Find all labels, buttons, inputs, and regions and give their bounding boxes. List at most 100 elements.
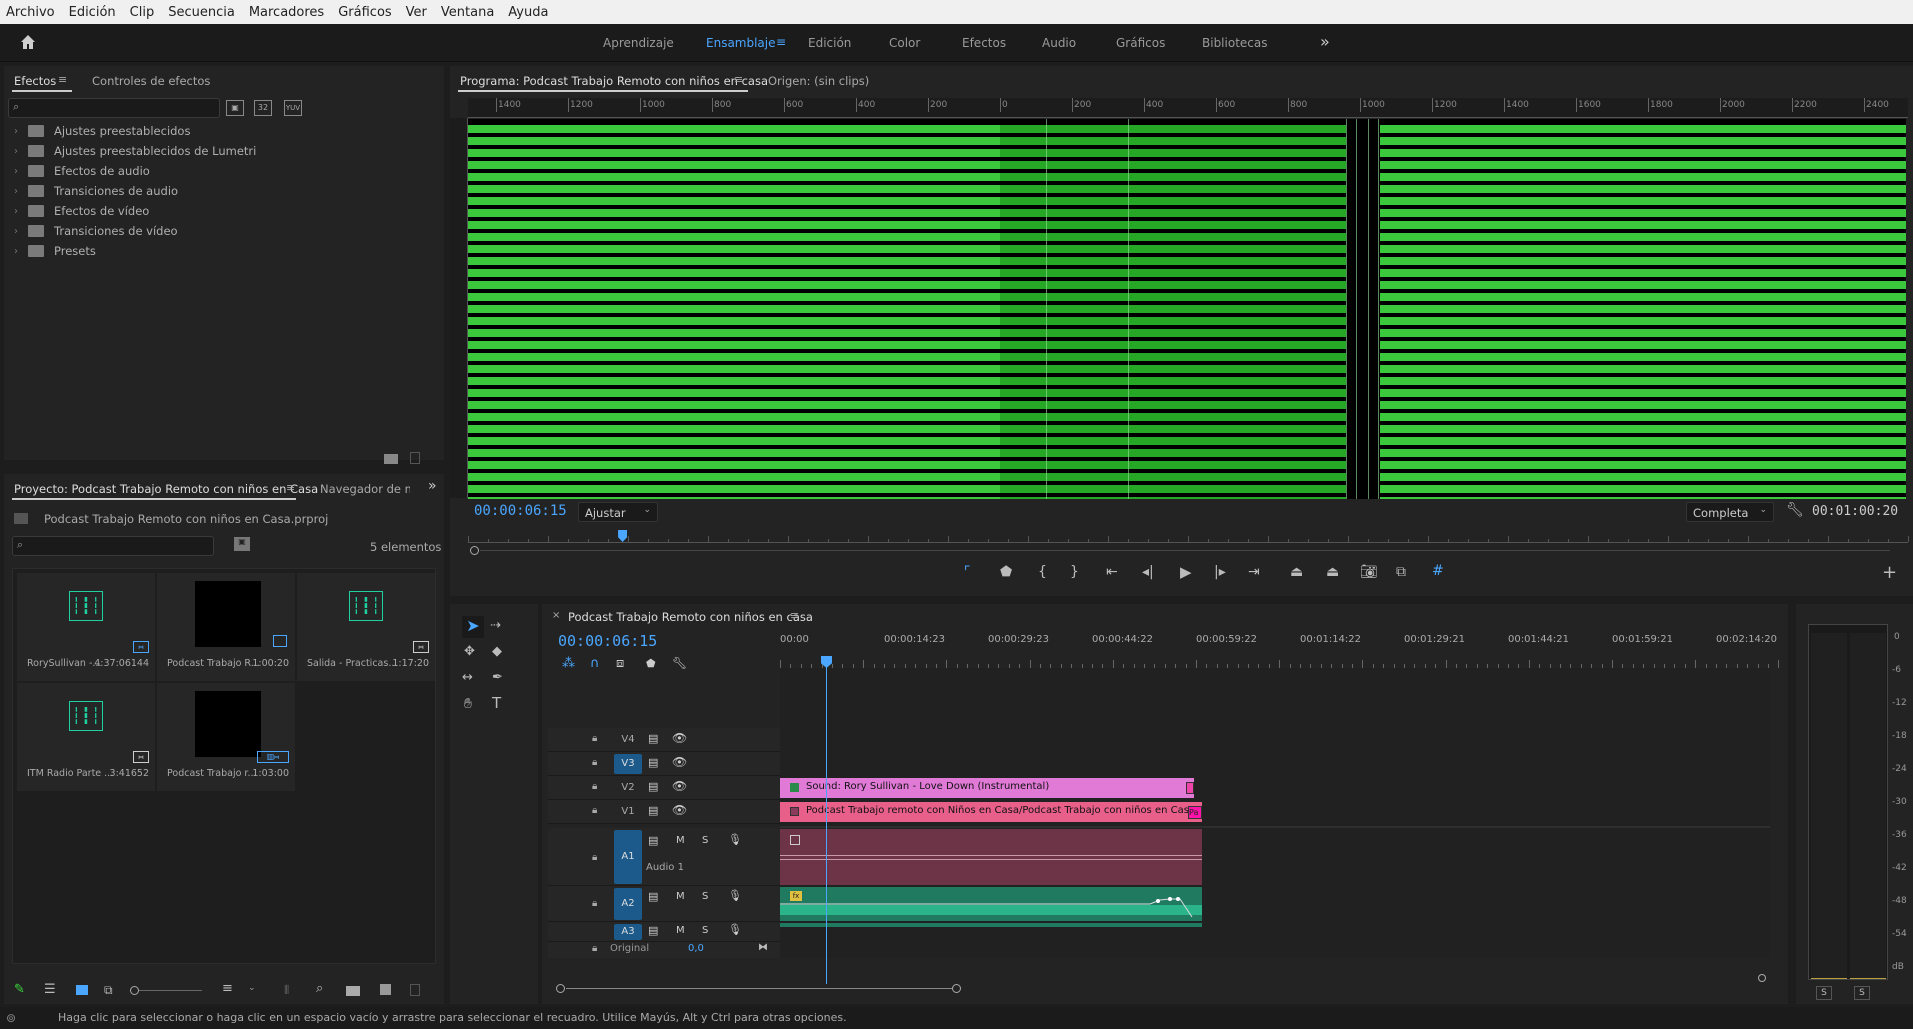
find-icon[interactable]: ▣ [234,537,250,551]
timeline-playhead[interactable] [821,656,832,984]
mark-out-icon[interactable]: } [1070,564,1079,580]
go-to-out-icon[interactable]: ⇥ [1248,564,1260,580]
step-back-icon[interactable]: ◂| [1142,564,1154,580]
nest-toggle-icon[interactable]: ⁂ [562,656,575,671]
tree-item-audio-transitions[interactable]: › Transiciones de audio [14,182,178,200]
tab-efectos[interactable]: Efectos [14,74,56,88]
panel-menu-icon[interactable]: ≡ [58,73,67,86]
lock-icon[interactable]: 🔒︎ [592,757,597,768]
hand-tool-icon[interactable]: ✋︎ [464,696,472,712]
panel-menu-icon[interactable]: ≡ [790,609,799,622]
lock-icon[interactable]: 🔒︎ [592,733,597,744]
sync-lock-icon[interactable]: ▤ [648,890,658,903]
microphone-icon[interactable]: 🎙︎ [728,923,742,936]
sync-lock-icon[interactable]: ▤ [648,834,658,847]
timeline-settings-wrench-icon[interactable]: 🔧︎ [672,656,687,670]
microphone-icon[interactable]: 🎙︎ [728,889,742,902]
chevron-down-icon[interactable]: ⌄ [248,983,256,993]
workspace-audio[interactable]: Audio [1042,36,1076,50]
original-value[interactable]: 0,0 [688,943,704,954]
track-label-a3[interactable]: A3 [614,924,642,940]
menu-marcadores[interactable]: Marcadores [249,5,324,20]
track-label-v1[interactable]: V1 [614,802,642,822]
export-frame-camera-icon[interactable]: 📷︎ [1360,564,1378,580]
project-item-podcast-2[interactable]: ▥⧦ Podcast Trabajo r... 1:03:00 [157,683,295,791]
sync-lock-icon[interactable]: ▤ [648,780,658,793]
lock-icon[interactable]: 🔒︎ [592,898,597,909]
tab-navegador-medios[interactable]: Navegador de m [320,482,410,496]
mute-button[interactable]: M [676,891,685,902]
new-folder-icon[interactable] [384,454,398,464]
tree-item-audio-effects[interactable]: › Efectos de audio [14,162,150,180]
workspace-color[interactable]: Color [889,36,920,50]
project-item-itm-radio[interactable]: ┆┇┆ ⧦ ITM Radio Parte ... 3:41652 [17,683,155,791]
clip-a1[interactable] [780,829,1202,885]
new-bin-icon[interactable] [346,986,360,996]
panel-menu-icon[interactable]: ≡ [286,481,295,494]
track-label-v3[interactable]: V3 [614,754,642,774]
32bit-effects-icon[interactable]: 32 [254,100,272,116]
more-workspaces-icon[interactable]: » [1320,32,1330,51]
sync-lock-icon[interactable]: ▤ [648,924,658,937]
list-view-icon[interactable]: ☰ [44,982,56,997]
vscroll-handle-bottom[interactable] [1758,974,1766,982]
lock-icon[interactable]: 🔒︎ [592,943,597,954]
eye-icon[interactable]: 👁︎ [672,731,687,745]
clip-a2[interactable]: fx [780,887,1202,921]
slip-tool-icon[interactable]: ↔ [462,670,473,685]
pencil-icon[interactable]: ✎ [14,982,25,997]
settings-wrench-icon[interactable]: 🔧︎ [1786,502,1804,518]
program-video-frame[interactable] [468,119,1906,499]
solo-left-button[interactable]: S [1816,986,1832,1000]
eye-icon[interactable]: 👁︎ [672,779,687,793]
track-label-a1[interactable]: A1 [614,830,642,884]
razor-tool-icon[interactable]: ◆ [492,644,502,659]
tab-sequence[interactable]: Podcast Trabajo Remoto con niños en casa [568,610,813,624]
clip-v1-podcast[interactable]: Podcast Trabajo remoto con Niños en Casa… [780,802,1202,822]
clip-v2-sound[interactable]: Sound: Rory Sullivan - Love Down (Instru… [780,778,1194,798]
timeline-timecode[interactable]: 00:00:06:15 [558,632,657,650]
trash-icon[interactable] [410,452,420,464]
step-forward-icon[interactable]: |▸ [1214,564,1226,580]
effects-search-input[interactable]: ⌕ [8,98,220,118]
selection-tool-icon[interactable]: ➤ [462,616,484,638]
lock-icon[interactable]: 🔒︎ [592,805,597,816]
add-marker-icon[interactable]: ⬟ [1000,564,1012,580]
zoom-slider[interactable] [130,986,202,995]
zoom-slider-handle[interactable] [130,986,139,995]
lock-icon[interactable]: 🔒︎ [592,852,597,863]
program-timecode[interactable]: 00:00:06:15 [474,503,567,519]
pen-tool-icon[interactable]: ✒ [492,670,503,685]
tab-programa[interactable]: Programa: Podcast Trabajo Remoto con niñ… [460,74,768,88]
mute-button[interactable]: M [676,835,685,846]
original-go-icon[interactable]: ⧓ [758,942,768,953]
linked-selection-icon[interactable]: ⧈ [616,656,624,671]
tree-item-presets-folder[interactable]: › Ajustes preestablecidos [14,122,190,140]
microphone-icon[interactable]: 🎙︎ [728,833,742,846]
track-select-tool-icon[interactable]: ⇢ [490,618,501,633]
workspace-ensamblaje[interactable]: Ensamblaje [706,36,776,50]
eye-icon[interactable]: 👁︎ [672,803,687,817]
type-tool-icon[interactable]: T [492,694,501,712]
project-item-podcast-1[interactable]: Podcast Trabajo R... 1:00:20 [157,573,295,681]
project-item-rorysullivan[interactable]: ┆┇┆ ⧦ RorySullivan -... 4:37:06144 [17,573,155,681]
lift-icon[interactable]: ⏏ [1290,564,1303,580]
sync-lock-icon[interactable]: ▤ [648,732,658,745]
extract-icon[interactable]: ⏏ [1326,564,1339,580]
go-to-in-icon[interactable]: ⇤ [1106,564,1118,580]
scrub-left-handle[interactable] [470,546,479,555]
find-icon[interactable]: ⌕ [316,981,323,996]
timeline-ruler[interactable]: 00:00 00:00:14:23 00:00:29:23 00:00:44:22 00… [780,626,1780,668]
automate-to-sequence-icon[interactable]: ⦀ [284,983,289,998]
panel-menu-icon[interactable]: ≡ [734,73,743,86]
add-marker-icon[interactable]: ⬟ [646,657,656,670]
workspace-edicion[interactable]: Edición [808,36,851,50]
solo-button[interactable]: S [702,835,708,846]
new-item-icon[interactable] [380,984,391,995]
freeform-view-icon[interactable]: ⧉ [104,983,113,998]
solo-button[interactable]: S [702,891,708,902]
menu-ver[interactable]: Ver [406,5,427,20]
tab-proyecto[interactable]: Proyecto: Podcast Trabajo Remoto con niñ… [14,482,318,496]
menu-clip[interactable]: Clip [130,5,155,20]
mute-button[interactable]: M [676,925,685,936]
